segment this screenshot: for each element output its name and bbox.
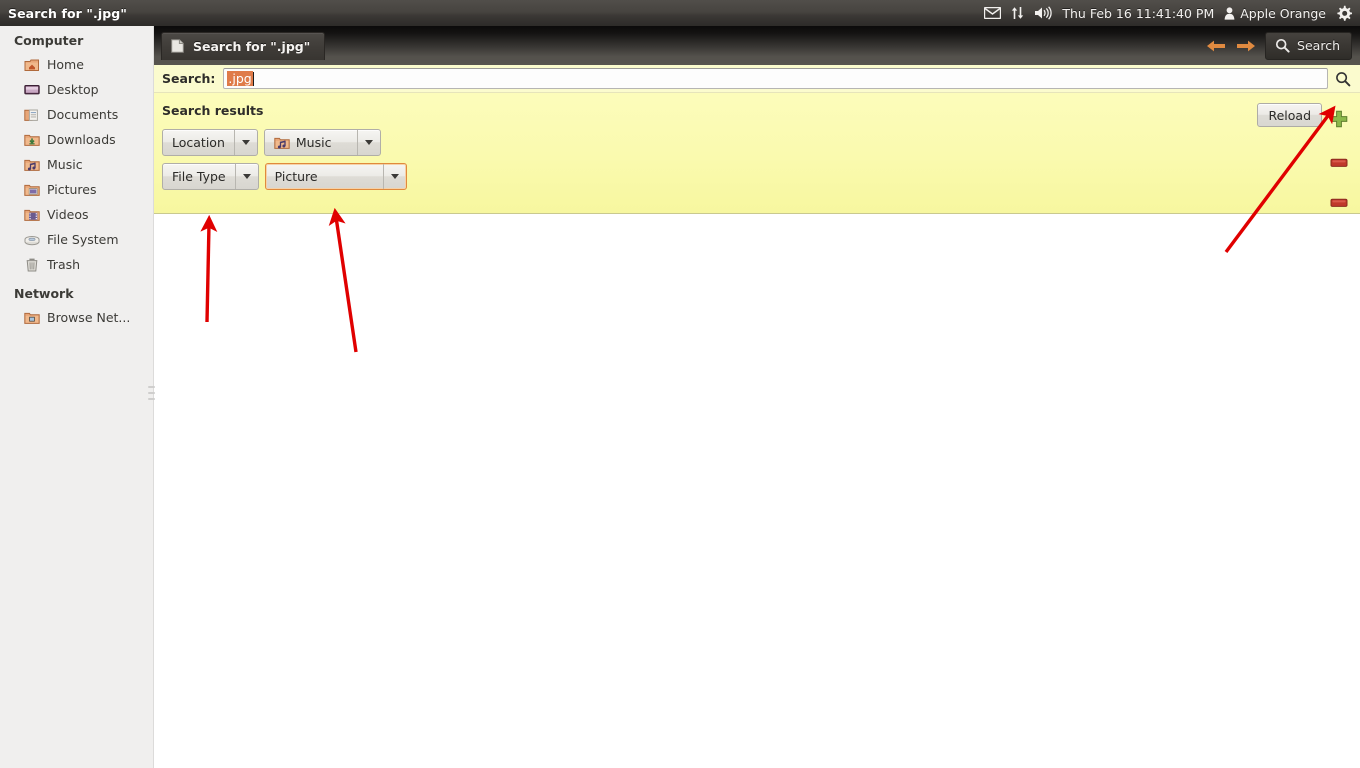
downloads-folder-icon [24, 132, 40, 148]
sidebar-item-label: Trash [47, 257, 81, 272]
criterion-select-location[interactable]: Location [162, 129, 258, 156]
videos-folder-icon [24, 207, 40, 223]
splitter-grip-line [148, 398, 155, 400]
music-folder-icon [24, 157, 40, 173]
chevron-down-icon [235, 140, 257, 145]
remove-criterion-button-2[interactable] [1330, 193, 1348, 212]
sidebar-item-label: Downloads [47, 132, 116, 147]
clock[interactable]: Thu Feb 16 11:41:40 PM [1062, 6, 1214, 21]
drive-icon [24, 232, 40, 248]
sidebar-heading-network: Network [14, 286, 74, 301]
combo-value-wrap: Music [265, 135, 357, 151]
sidebar-item-label: Videos [47, 207, 89, 222]
user-name: Apple Orange [1240, 5, 1326, 21]
sidebar-item-documents[interactable]: Documents [0, 102, 153, 127]
chevron-down-icon [384, 174, 406, 179]
tab-bar: Search for ".jpg" Search [154, 26, 1360, 65]
mail-icon[interactable] [984, 7, 1002, 19]
search-input-value: .jpg [227, 71, 253, 86]
sidebar-item-label: Browse Net... [47, 310, 131, 325]
system-panel: Search for ".jpg" Thu Feb 16 11:41:40 PM… [0, 0, 1360, 26]
music-folder-icon [274, 135, 290, 151]
criterion-label: File Type [172, 169, 226, 184]
sidebar-item-trash[interactable]: Trash [0, 252, 153, 277]
search-bar: Search: .jpg [154, 65, 1360, 93]
magnifier-icon[interactable] [1332, 68, 1354, 90]
reload-button[interactable]: Reload [1257, 103, 1322, 127]
value-select-location[interactable]: Music [263, 129, 381, 156]
filter-row-file-type: File Type Picture [162, 163, 1360, 190]
system-tray: Thu Feb 16 11:41:40 PM Apple Orange [984, 5, 1360, 21]
sidebar-item-label: Music [47, 157, 83, 172]
sidebar-item-pictures[interactable]: Pictures [0, 177, 153, 202]
trash-icon [24, 257, 40, 273]
sidebar-item-desktop[interactable]: Desktop [0, 77, 153, 102]
sidebar-item-downloads[interactable]: Downloads [0, 127, 153, 152]
window-title: Search for ".jpg" [8, 5, 127, 21]
screen-root: Search for ".jpg" Thu Feb 16 11:41:40 PM… [0, 0, 1360, 768]
sidebar-item-label: Documents [47, 107, 119, 122]
value-select-file-type[interactable]: Picture [264, 163, 407, 190]
pane-splitter-handle[interactable] [148, 386, 155, 408]
sidebar-item-label: Home [47, 57, 84, 72]
user-menu[interactable]: Apple Orange [1224, 6, 1326, 21]
file-manager-window: Search for ".jpg" Search Search: .jpg Se… [154, 26, 1360, 768]
sidebar-item-videos[interactable]: Videos [0, 202, 153, 227]
search-results-panel: Search results Location Music File Type … [154, 93, 1360, 214]
gear-icon[interactable] [1336, 5, 1352, 21]
chevron-down-icon [236, 174, 258, 179]
network-folder-icon [24, 310, 40, 326]
add-criterion-button[interactable] [1330, 110, 1348, 132]
desktop-icon [24, 82, 40, 98]
volume-icon[interactable] [1034, 6, 1053, 20]
documents-folder-icon [24, 107, 40, 123]
tab-search-results[interactable]: Search for ".jpg" [161, 32, 326, 60]
person-icon [1224, 6, 1235, 20]
sidebar-item-label: Pictures [47, 182, 97, 197]
places-sidebar: Computer Home Desktop Documents Download… [0, 26, 154, 768]
network-icon[interactable] [1011, 6, 1024, 20]
combo-value-label: Picture [274, 169, 318, 184]
search-label: Search: [162, 71, 216, 86]
sidebar-item-browse-network[interactable]: Browse Net... [0, 305, 153, 330]
arrow-right-icon[interactable] [1235, 35, 1257, 57]
remove-criterion-button-1[interactable] [1330, 153, 1348, 172]
splitter-grip-line [148, 392, 155, 394]
search-button[interactable]: Search [1265, 31, 1352, 60]
sidebar-item-home[interactable]: Home [0, 52, 153, 77]
sidebar-item-music[interactable]: Music [0, 152, 153, 177]
toolbar-right-controls: Search [1205, 26, 1360, 65]
home-folder-icon [24, 57, 40, 73]
arrow-left-icon[interactable] [1205, 35, 1227, 57]
splitter-grip-line [148, 386, 155, 388]
file-icon [171, 38, 187, 55]
search-results-title: Search results [162, 103, 264, 118]
tab-label: Search for ".jpg" [193, 39, 311, 54]
chevron-down-icon [358, 140, 380, 145]
text-caret [252, 71, 254, 86]
criterion-select-file-type[interactable]: File Type [162, 163, 259, 190]
combo-value-label: Music [295, 135, 332, 150]
sidebar-item-file-system[interactable]: File System [0, 227, 153, 252]
search-input[interactable]: .jpg [223, 68, 1328, 89]
magnifier-icon [1275, 38, 1291, 54]
criterion-label: Location [172, 135, 225, 150]
pictures-folder-icon [24, 182, 40, 198]
sidebar-item-label: Desktop [47, 82, 99, 97]
filter-row-location: Location Music [162, 129, 1360, 156]
file-list-area[interactable] [154, 215, 1360, 768]
sidebar-item-label: File System [47, 232, 119, 247]
search-button-label: Search [1297, 38, 1340, 53]
sidebar-heading-computer: Computer [14, 33, 84, 48]
